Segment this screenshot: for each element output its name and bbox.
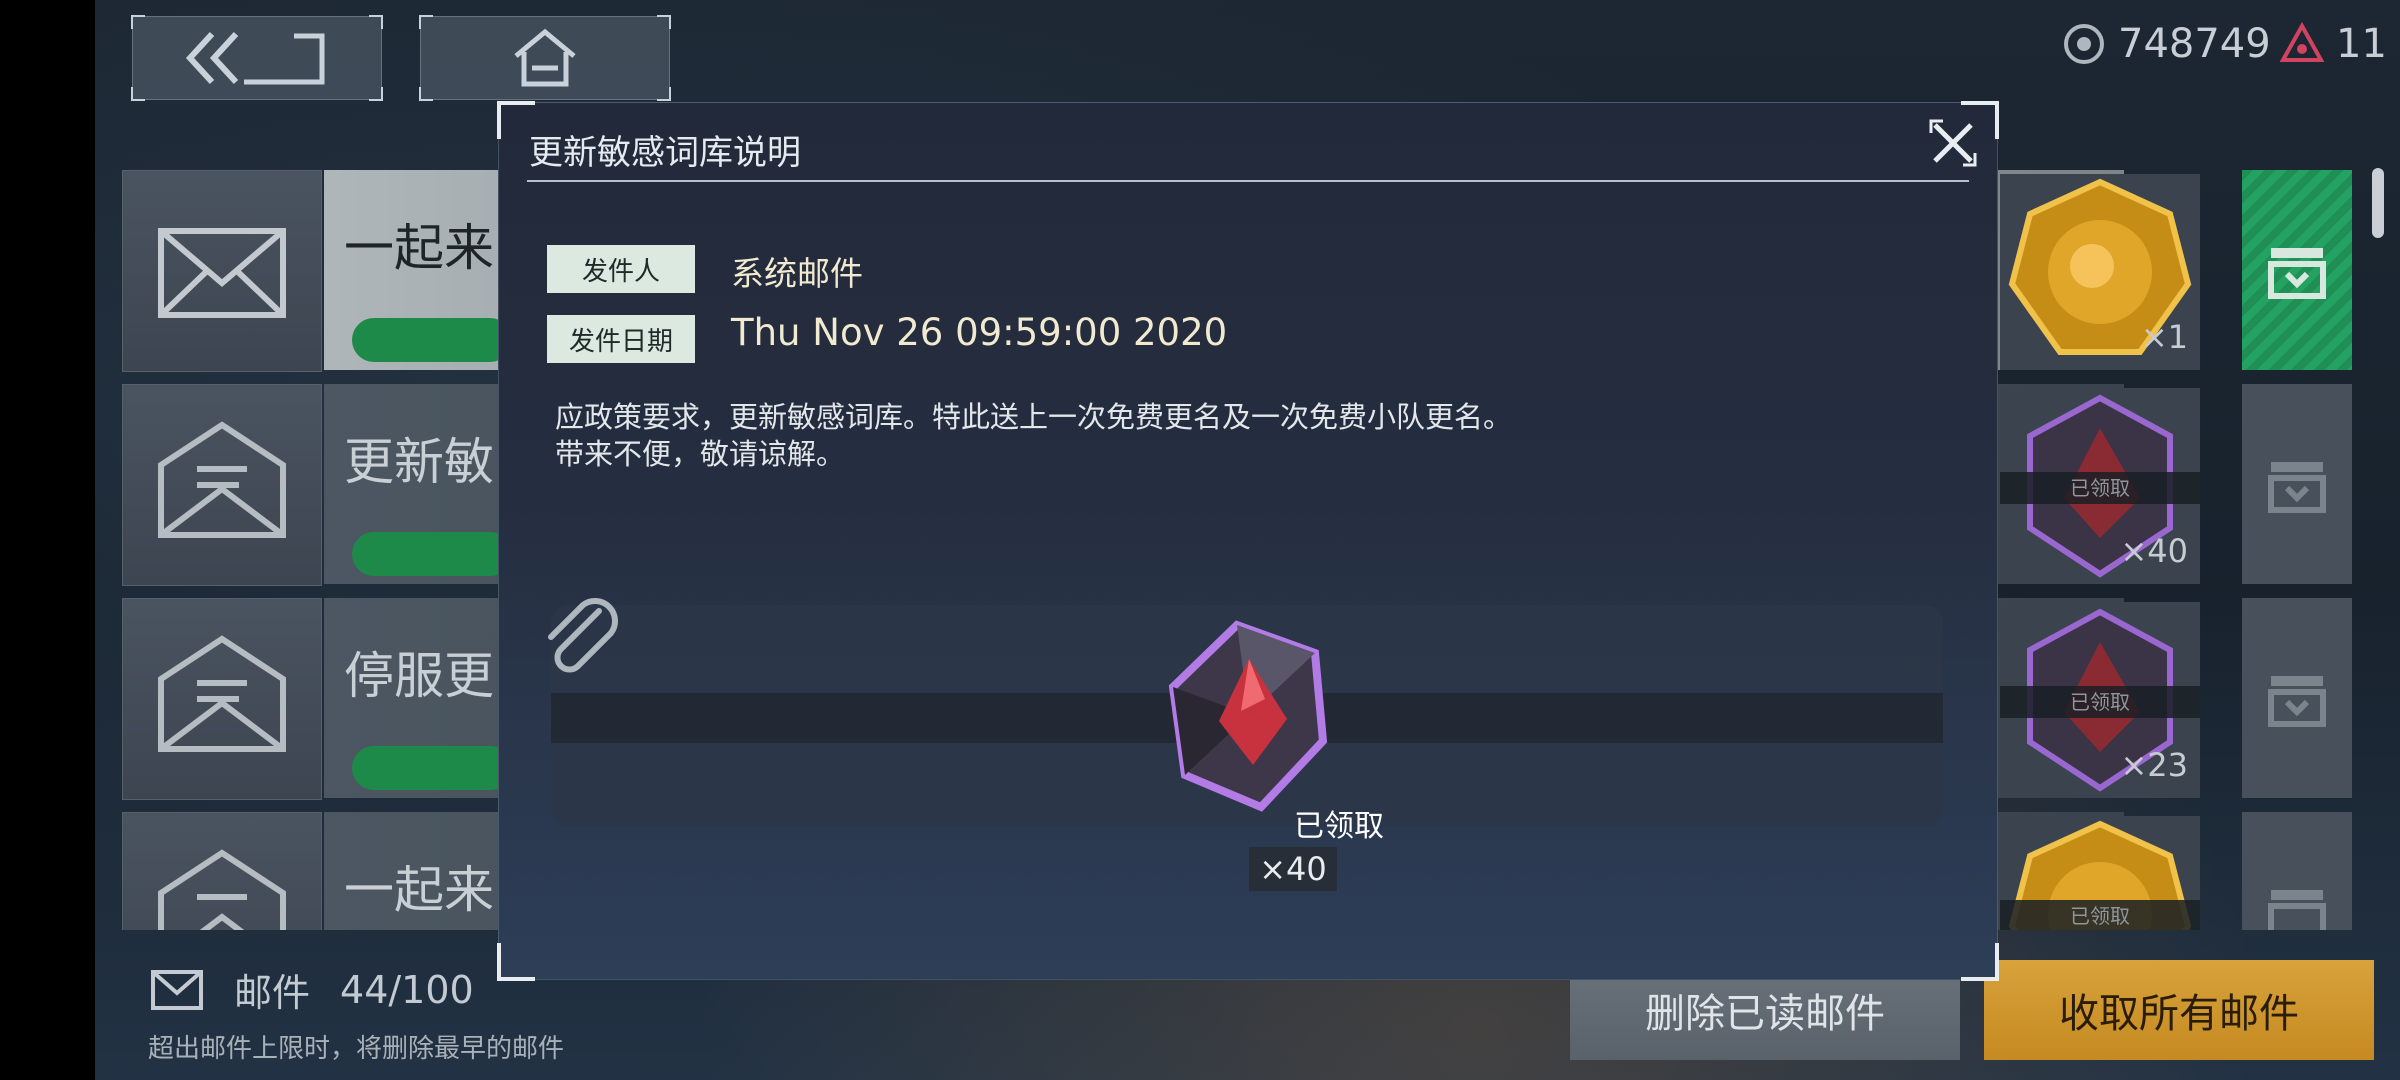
- mail-icon: [151, 969, 203, 1010]
- double-chevron-back-icon: [185, 31, 325, 85]
- mail-reward-claimed: 已领取: [2000, 900, 2200, 930]
- crystal-icon: [1168, 620, 1328, 812]
- mail-envelope-open-icon: [122, 598, 322, 800]
- mail-envelope-open-icon: [122, 812, 322, 930]
- eye-coin-icon: [2060, 20, 2108, 68]
- mail-reward: 已领取 ×40: [2000, 388, 2200, 584]
- mail-reward: 已领取 ×23: [2000, 602, 2200, 798]
- mail-envelope-closed-icon: [122, 170, 322, 372]
- message-line: 应政策要求，更新敏感词库。特此送上一次免费更名及一次免费小队更名。: [555, 400, 1513, 434]
- sender-label: 发件人: [547, 245, 695, 293]
- mail-reward: ×1: [2000, 174, 2200, 370]
- mail-progress-bar: [352, 532, 512, 576]
- download-tray-icon: [2268, 890, 2326, 930]
- mail-label: 邮件: [234, 971, 311, 1015]
- mail-title: 停服更: [344, 647, 494, 705]
- mail-count-value: 44/100: [340, 967, 474, 1012]
- mail-progress-bar: [352, 318, 512, 362]
- triangle-gem-icon: [2278, 20, 2326, 68]
- download-tray-icon: [2268, 676, 2326, 727]
- message-line: 带来不便，敬请谅解。: [555, 437, 846, 471]
- collect-all-mail-button[interactable]: 收取所有邮件: [1984, 960, 2374, 1060]
- claim-mail-button[interactable]: [2242, 598, 2352, 798]
- mail-title: 更新敏: [344, 433, 494, 491]
- download-tray-icon: [2268, 248, 2326, 299]
- mail-reward-count: ×1: [2140, 318, 2188, 356]
- mail-list-scrollbar[interactable]: [2372, 168, 2384, 238]
- mail-envelope-open-icon: [122, 384, 322, 586]
- attachment-count: ×40: [1249, 847, 1337, 891]
- currency-coins: 748749: [2060, 20, 2271, 68]
- attachment-claimed-label: 已领取: [1294, 809, 1384, 844]
- claim-mail-button[interactable]: [2242, 384, 2352, 584]
- close-button[interactable]: [1927, 117, 1979, 169]
- currency-coins-value: 748749: [2118, 21, 2271, 67]
- dialog-title: 更新敏感词库说明: [529, 133, 801, 173]
- date-label: 发件日期: [547, 315, 695, 363]
- home-icon: [514, 28, 576, 87]
- mail-reward-count: ×40: [2120, 532, 2188, 570]
- title-divider: [527, 180, 1969, 182]
- mail-reward-claimed: 已领取: [2000, 472, 2200, 504]
- claim-mail-button[interactable]: [2242, 170, 2352, 370]
- mail-reward-count: ×23: [2120, 746, 2188, 784]
- download-tray-icon: [2268, 462, 2326, 513]
- claim-mail-button[interactable]: [2242, 812, 2352, 930]
- mail-count: 邮件 44/100: [150, 962, 474, 1017]
- attachment-item[interactable]: [1149, 615, 1349, 815]
- date-value: Thu Nov 26 09:59:00 2020: [731, 311, 1228, 354]
- currency-gems-value: 11: [2336, 21, 2387, 67]
- paperclip-icon: [539, 597, 629, 687]
- mail-progress-bar: [352, 746, 512, 790]
- mail-title: 一起来: [344, 219, 494, 277]
- mail-detail-dialog: 更新敏感词库说明 发件人 系统邮件 发件日期 Thu Nov 26 09:59:…: [497, 101, 1999, 981]
- currency-gems: 11: [2278, 20, 2387, 68]
- mail-message: 应政策要求，更新敏感词库。特此送上一次免费更名及一次免费小队更名。 带来不便，敬…: [555, 399, 1855, 473]
- mail-limit-hint: 超出邮件上限时，将删除最早的邮件: [148, 1034, 565, 1064]
- close-icon: [1929, 119, 1977, 167]
- mail-reward-claimed: 已领取: [2000, 686, 2200, 718]
- back-button[interactable]: [131, 15, 383, 101]
- sender-value: 系统邮件: [731, 254, 863, 293]
- home-button[interactable]: [419, 15, 671, 101]
- mail-title: 一起来: [344, 861, 494, 919]
- mail-reward: 已领取: [2000, 816, 2200, 930]
